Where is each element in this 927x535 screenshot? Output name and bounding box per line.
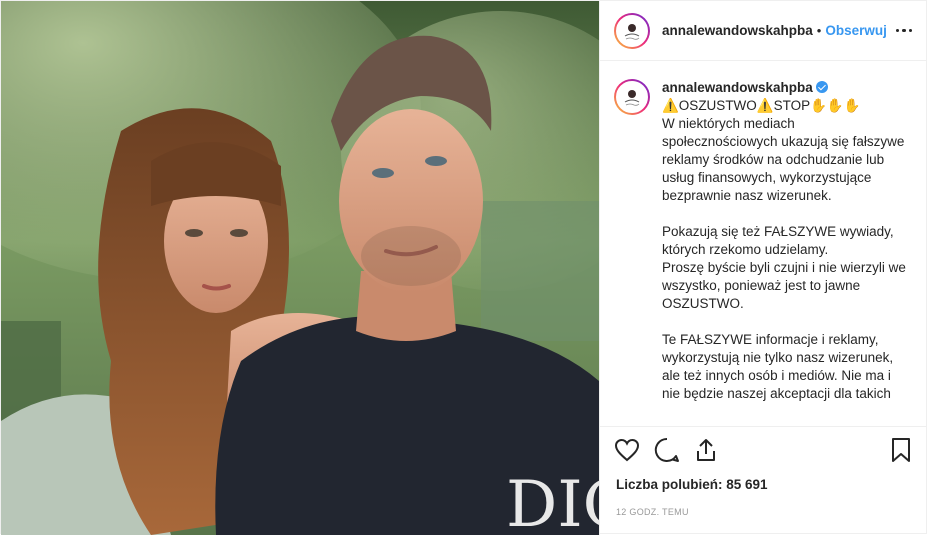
signature-logo	[624, 23, 640, 40]
caption-username[interactable]: annalewandowskahpba	[662, 80, 813, 95]
avatar-image	[616, 14, 648, 47]
verified-badge-icon	[815, 81, 828, 93]
signature-logo	[624, 90, 640, 106]
caption-paragraph: Pokazują się też FAŁSZYWE wywiady, który…	[662, 224, 906, 311]
caption-body: annalewandowskahpba ⚠️OSZUSTWO⚠️STOP✋✋✋ …	[662, 79, 910, 426]
follow-button[interactable]: Obserwuj	[825, 23, 887, 38]
caption-paragraph: W niektórych mediach społecznościowych u…	[662, 116, 905, 203]
likes-count[interactable]: Liczba polubień: 85 691	[600, 477, 926, 499]
more-options-icon[interactable]	[895, 28, 912, 33]
save-bookmark-icon[interactable]	[890, 437, 912, 468]
share-icon[interactable]	[694, 437, 718, 468]
post-timestamp[interactable]: 12 GODZ. TEMU	[600, 499, 926, 535]
caption-paragraph: Te FAŁSZYWE informacje i reklamy, wykorz…	[662, 332, 894, 401]
action-bar	[600, 427, 926, 477]
header-username[interactable]: annalewandowskahpba	[662, 23, 813, 38]
like-heart-icon[interactable]	[614, 438, 640, 467]
post-photo[interactable]: DIO	[1, 1, 599, 535]
shirt-print-text: DIO	[506, 468, 599, 535]
post-header: annalewandowskahpba • Obserwuj	[600, 1, 926, 61]
comment-icon[interactable]	[654, 437, 680, 468]
avatar[interactable]	[614, 12, 650, 49]
caption-text: ⚠️OSZUSTWO⚠️STOP✋✋✋ W niektórych mediach…	[662, 97, 910, 403]
caption-avatar-image	[616, 81, 648, 113]
photo-illustration: DIO	[1, 1, 599, 535]
caption-first-line: ⚠️OSZUSTWO⚠️STOP✋✋✋	[662, 98, 861, 113]
post-sidebar: annalewandowskahpba • Obserwuj annalewan…	[599, 1, 926, 535]
caption-avatar[interactable]	[614, 79, 650, 115]
caption-area[interactable]: annalewandowskahpba ⚠️OSZUSTWO⚠️STOP✋✋✋ …	[600, 61, 926, 427]
instagram-post: DIO annalewandowskahpba • Obserwuj	[0, 0, 927, 535]
separator-dot: •	[816, 23, 822, 38]
